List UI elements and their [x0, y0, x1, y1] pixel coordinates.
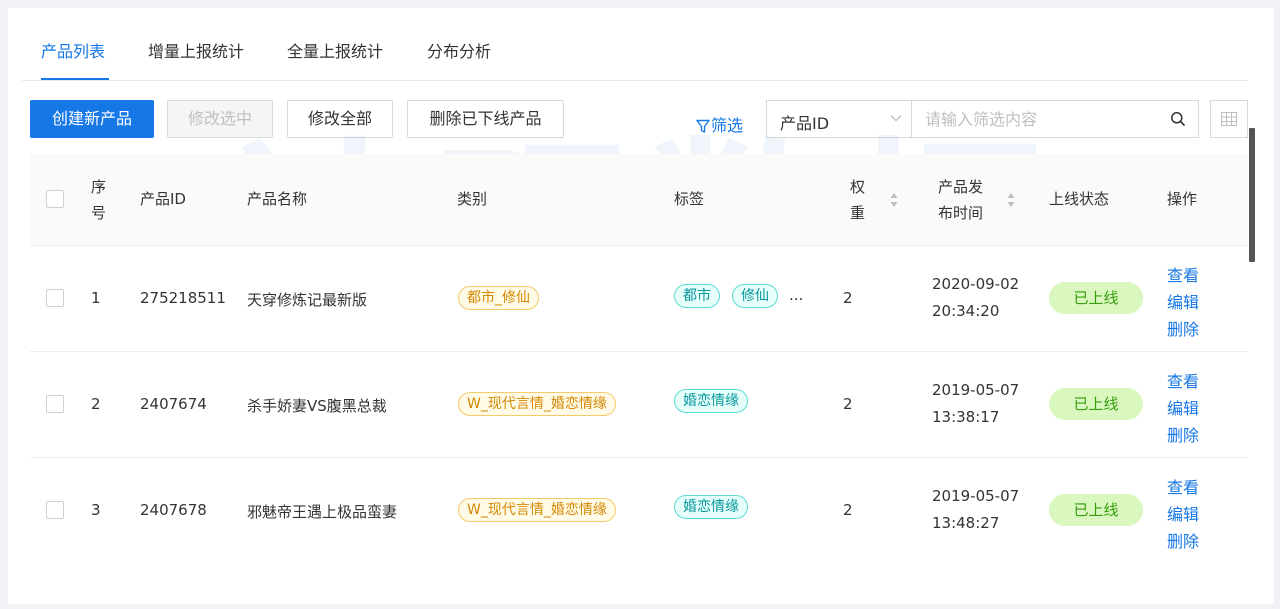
row-publish-time: 20:34:20 [932, 302, 1000, 320]
chevron-down-icon [890, 115, 902, 122]
row-index: 3 [91, 501, 101, 519]
row-checkbox[interactable] [46, 501, 64, 519]
row-publish-date: 2020-09-02 [932, 275, 1020, 293]
row-product-name: 天穿修炼记最新版 [247, 291, 368, 309]
row-product-id: 2407674 [140, 395, 207, 413]
filter-icon [696, 119, 710, 133]
tab-full-stats[interactable]: 全量上报统计 [287, 38, 383, 62]
status-badge: 已上线 [1049, 494, 1143, 526]
view-link[interactable]: 查看 [1167, 262, 1199, 286]
row-weight: 2 [843, 501, 853, 519]
header-weight-line2: 重 [850, 204, 866, 222]
row-publish-time: 13:38:17 [932, 408, 1000, 426]
header-product-name: 产品名称 [247, 190, 308, 208]
search-icon[interactable] [1170, 111, 1186, 127]
edit-link[interactable]: 编辑 [1167, 395, 1199, 419]
row-product-id: 2407678 [140, 501, 207, 519]
view-link[interactable]: 查看 [1167, 368, 1199, 392]
search-input[interactable] [912, 101, 1162, 137]
row-index: 2 [91, 395, 101, 413]
delete-link[interactable]: 删除 [1167, 316, 1199, 340]
label-tag: 婚恋情缘 [674, 389, 748, 413]
header-tags: 标签 [674, 190, 705, 208]
table-header: 序 号 产品ID 产品名称 类别 标签 权 重 产品发 布时间 上线状态 操作 [30, 154, 1248, 246]
table-row: 3 2407678 邪魅帝王遇上极品蛮妻 W_现代言情_婚恋情缘 婚恋情缘 2 … [30, 458, 1248, 564]
label-tag: 修仙 [732, 284, 778, 308]
category-tag: 都市_修仙 [458, 286, 539, 310]
filter-field-select[interactable]: 产品ID [766, 100, 912, 138]
row-weight: 2 [843, 395, 853, 413]
row-publish-date: 2019-05-07 [932, 381, 1020, 399]
edit-all-button[interactable]: 修改全部 [287, 100, 393, 138]
row-product-name: 邪魅帝王遇上极品蛮妻 [247, 503, 398, 521]
create-product-button[interactable]: 创建新产品 [30, 100, 154, 138]
header-status: 上线状态 [1049, 190, 1110, 208]
vertical-scrollbar[interactable] [1249, 128, 1255, 262]
delete-link[interactable]: 删除 [1167, 422, 1199, 446]
row-checkbox[interactable] [46, 289, 64, 307]
tab-product-list[interactable]: 产品列表 [41, 38, 105, 62]
tab-bar: 产品列表 增量上报统计 全量上报统计 分布分析 [22, 28, 1248, 81]
header-actions: 操作 [1167, 190, 1198, 208]
label-tag: 婚恋情缘 [674, 495, 748, 519]
header-product-id: 产品ID [140, 190, 186, 208]
category-tag: W_现代言情_婚恋情缘 [458, 498, 616, 522]
view-link[interactable]: 查看 [1167, 474, 1199, 498]
active-tab-indicator [41, 78, 109, 80]
delete-link[interactable]: 删除 [1167, 528, 1199, 552]
header-index-line2: 号 [91, 204, 107, 222]
edit-selected-button[interactable]: 修改选中 [167, 100, 273, 138]
row-product-id: 275218511 [140, 289, 226, 307]
table-row: 2 2407674 杀手娇妻VS腹黑总裁 W_现代言情_婚恋情缘 婚恋情缘 2 … [30, 352, 1248, 458]
column-settings-button[interactable] [1210, 100, 1248, 138]
header-category: 类别 [457, 190, 488, 208]
search-box [911, 100, 1199, 138]
filter-field-value: 产品ID [780, 114, 830, 133]
header-weight-line1: 权 [850, 178, 866, 196]
row-checkbox[interactable] [46, 395, 64, 413]
header-index-line1: 序 [91, 178, 107, 196]
delete-offline-button[interactable]: 删除已下线产品 [407, 100, 564, 138]
sort-publish-time-icon[interactable] [1007, 192, 1015, 208]
status-badge: 已上线 [1049, 388, 1143, 420]
row-publish-date: 2019-05-07 [932, 487, 1020, 505]
edit-link[interactable]: 编辑 [1167, 289, 1199, 313]
filter-link[interactable]: 筛选 [696, 112, 743, 136]
select-all-checkbox[interactable] [46, 190, 64, 208]
edit-link[interactable]: 编辑 [1167, 501, 1199, 525]
filter-label: 筛选 [711, 116, 744, 135]
header-publish-line2: 布时间 [938, 204, 984, 222]
table-row: 1 275218511 天穿修炼记最新版 都市_修仙 都市 修仙 ... 2 2… [30, 246, 1248, 352]
row-index: 1 [91, 289, 101, 307]
header-index: 序 号 [91, 174, 106, 226]
table-columns-icon [1221, 112, 1237, 126]
header-weight: 权 重 [850, 174, 865, 226]
more-tags-ellipsis[interactable]: ... [789, 286, 803, 304]
header-publish-time: 产品发 布时间 [938, 174, 983, 226]
label-tag: 都市 [674, 284, 720, 308]
status-badge: 已上线 [1049, 282, 1143, 314]
header-publish-line1: 产品发 [938, 178, 984, 196]
sort-weight-icon[interactable] [890, 192, 898, 208]
row-publish-time: 13:48:27 [932, 514, 1000, 532]
tab-distribution[interactable]: 分布分析 [427, 38, 491, 62]
row-product-name: 杀手娇妻VS腹黑总裁 [247, 397, 387, 415]
tab-incremental-stats[interactable]: 增量上报统计 [148, 38, 244, 62]
row-weight: 2 [843, 289, 853, 307]
category-tag: W_现代言情_婚恋情缘 [458, 392, 616, 416]
